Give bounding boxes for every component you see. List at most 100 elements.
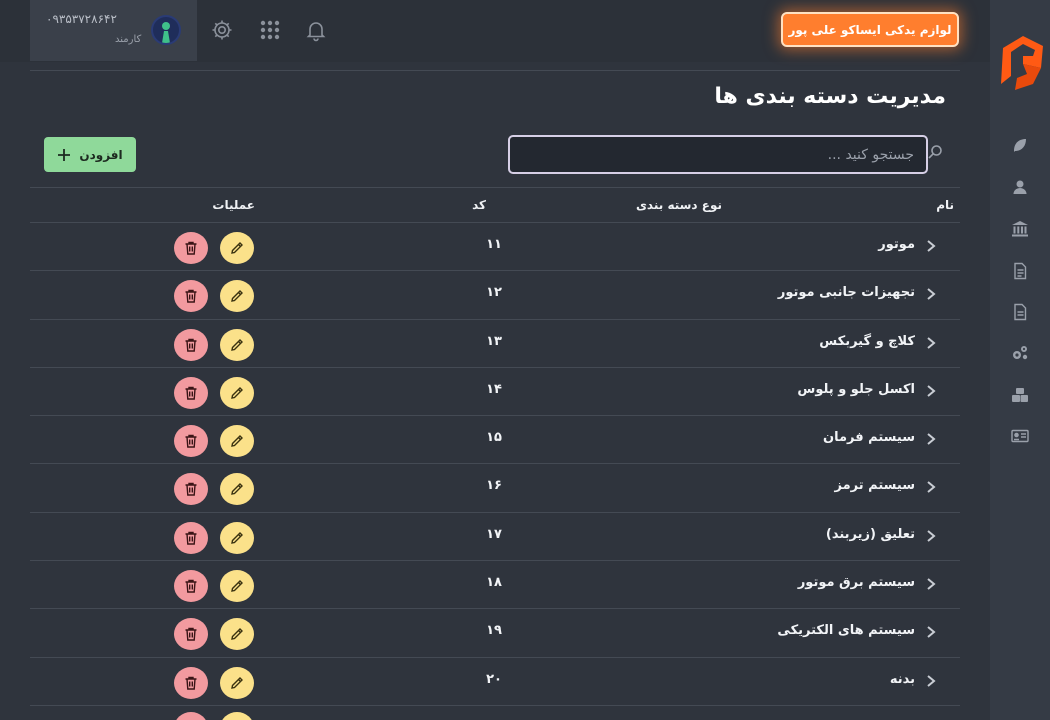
category-name: سیستم برق موتور <box>797 575 915 591</box>
add-button[interactable]: افزودن <box>44 137 136 172</box>
table-body: موتور ۱۱ تجهیزات جانبی موتور ۱۲ کلاچ و گ… <box>30 223 960 706</box>
category-name: تجهیزات جانبی موتور <box>777 285 915 301</box>
column-header-name[interactable]: نام <box>936 198 954 212</box>
category-code: ۱۸ <box>486 575 502 591</box>
column-header-operations: عملیات <box>212 198 255 212</box>
delete-button[interactable] <box>174 425 208 458</box>
chevron-right-icon[interactable] <box>924 625 938 639</box>
category-name: سیستم های الکتریکی <box>777 623 915 639</box>
table-row[interactable]: موتور ۱۱ <box>30 223 960 272</box>
trash-icon <box>185 386 197 400</box>
pencil-icon <box>231 386 243 399</box>
table-row[interactable]: بدنه ۲۰ <box>30 658 960 706</box>
edit-button[interactable] <box>220 666 254 699</box>
trash-icon <box>185 628 197 642</box>
delete-button[interactable] <box>174 521 208 554</box>
user-icon[interactable] <box>1011 178 1029 196</box>
delete-button[interactable] <box>174 570 208 603</box>
chevron-right-icon[interactable] <box>924 480 938 494</box>
leaf-icon[interactable] <box>1011 136 1029 154</box>
delete-button[interactable] <box>174 473 208 506</box>
divider <box>30 70 960 71</box>
edit-button[interactable] <box>220 570 254 603</box>
document-icon[interactable] <box>1011 262 1029 280</box>
user-phone: ۰۹۳۵۳۷۲۸۶۴۲ <box>46 12 117 26</box>
settings-icon[interactable] <box>210 18 234 42</box>
category-code: ۱۵ <box>486 430 502 446</box>
avatar[interactable] <box>151 15 181 45</box>
bell-icon[interactable] <box>304 18 328 42</box>
category-code: ۱۶ <box>486 478 502 494</box>
delete-button[interactable] <box>174 711 208 720</box>
table-row[interactable]: تعلیق (زیربند) ۱۷ <box>30 513 960 562</box>
edit-button[interactable] <box>220 521 254 554</box>
chevron-right-icon[interactable] <box>924 336 938 350</box>
document-2-icon[interactable] <box>1011 303 1029 321</box>
plus-icon <box>58 148 71 161</box>
pencil-icon <box>231 628 243 641</box>
category-name: سیستم ترمز <box>834 478 915 494</box>
edit-button[interactable] <box>220 711 254 720</box>
table-row[interactable]: کلاچ و گیربکس ۱۳ <box>30 320 960 368</box>
table-row[interactable]: سیستم فرمان ۱۵ <box>30 416 960 465</box>
category-name: بدنه <box>889 671 915 687</box>
store-name-button[interactable]: لوازم یدکی ایساکو علی پور <box>781 12 959 47</box>
category-code: ۱۲ <box>486 285 502 301</box>
pencil-icon <box>231 676 243 689</box>
search-input[interactable] <box>510 137 926 172</box>
id-card-icon[interactable] <box>1011 427 1029 445</box>
gears-icon[interactable] <box>1011 344 1029 362</box>
boxes-icon[interactable] <box>1011 386 1029 404</box>
chevron-right-icon[interactable] <box>924 529 938 543</box>
category-name: کلاچ و گیربکس <box>819 333 915 349</box>
edit-button[interactable] <box>220 473 254 506</box>
user-profile[interactable]: ۰۹۳۵۳۷۲۸۶۴۲ کارمند <box>30 0 197 61</box>
table-row[interactable]: سیستم ترمز ۱۶ <box>30 464 960 513</box>
pencil-icon <box>231 580 243 592</box>
column-header-code[interactable]: کد <box>472 198 486 212</box>
brand-logo-icon[interactable] <box>993 28 1049 98</box>
edit-button[interactable] <box>220 232 254 264</box>
table-row[interactable]: تجهیزات جانبی موتور ۱۲ <box>30 271 960 320</box>
category-code: ۱۳ <box>486 333 502 349</box>
page-title: مدیریت دسته بندی ها <box>714 84 946 109</box>
pencil-icon <box>231 483 243 496</box>
apps-grid-icon[interactable] <box>258 18 282 42</box>
delete-button[interactable] <box>174 328 208 361</box>
chevron-right-icon[interactable] <box>924 239 938 253</box>
bank-icon[interactable] <box>1011 220 1029 238</box>
edit-button[interactable] <box>220 618 254 651</box>
table-row[interactable]: اکسل جلو و پلوس ۱۴ <box>30 368 960 417</box>
chevron-right-icon[interactable] <box>924 432 938 446</box>
delete-button[interactable] <box>174 666 208 699</box>
pencil-icon <box>231 531 243 544</box>
trash-icon <box>185 338 197 352</box>
pencil-icon <box>231 242 243 254</box>
top-bar: ۰۹۳۵۳۷۲۸۶۴۲ کارمند لوازم یدکی ایساکو علی… <box>0 0 990 62</box>
edit-button[interactable] <box>220 376 254 409</box>
edit-button[interactable] <box>220 328 254 361</box>
chevron-right-icon[interactable] <box>924 674 938 688</box>
avatar-figure-icon <box>162 22 170 43</box>
table-header: نام نوع دسته بندی کد عملیات <box>30 187 960 223</box>
delete-button[interactable] <box>174 618 208 651</box>
table-row[interactable]: سیستم برق موتور ۱۸ <box>30 561 960 610</box>
delete-button[interactable] <box>174 232 208 264</box>
trash-icon <box>185 579 197 593</box>
add-button-label: افزودن <box>79 147 123 162</box>
table-row[interactable]: سیستم های الکتریکی ۱۹ <box>30 609 960 658</box>
category-name: تعلیق (زیربند) <box>825 526 915 542</box>
chevron-right-icon[interactable] <box>924 384 938 398</box>
chevron-right-icon[interactable] <box>924 287 938 301</box>
delete-button[interactable] <box>174 376 208 409</box>
pencil-icon <box>231 290 243 303</box>
column-header-type[interactable]: نوع دسته بندی <box>636 198 722 212</box>
categories-table: نام نوع دسته بندی کد عملیات موتور ۱۱ تجه… <box>30 187 960 720</box>
sidebar <box>990 0 1050 720</box>
user-role: کارمند <box>115 34 142 45</box>
chevron-right-icon[interactable] <box>924 577 938 591</box>
edit-button[interactable] <box>220 280 254 313</box>
delete-button[interactable] <box>174 280 208 313</box>
edit-button[interactable] <box>220 425 254 458</box>
category-name: موتور <box>878 237 915 252</box>
